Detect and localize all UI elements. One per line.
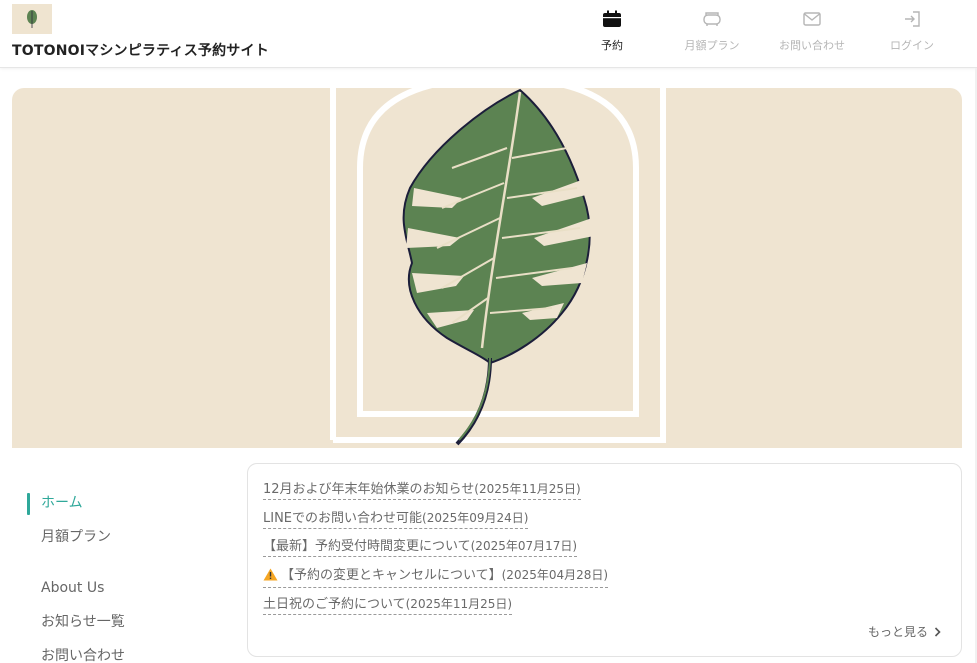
chevron-right-icon xyxy=(934,626,941,637)
logo-leaf-icon xyxy=(27,10,37,28)
news-item-title: LINEでのお問い合わせ可能 xyxy=(263,511,423,526)
news-item[interactable]: 【予約の変更とキャンセルについて】(2025年04月28日) xyxy=(263,567,609,588)
news-item[interactable]: 12月および年末年始休業のお知らせ(2025年11月25日) xyxy=(263,481,581,500)
nav-reservation-label: 予約 xyxy=(601,39,623,52)
news-item[interactable]: LINEでのお問い合わせ可能(2025年09月24日) xyxy=(263,510,529,529)
news-item-title: 【最新】予約受付時間変更について xyxy=(263,539,471,554)
sidebar-item-home[interactable]: ホーム xyxy=(27,493,83,515)
news-panel: 12月および年末年始休業のお知らせ(2025年11月25日) LINEでのお問い… xyxy=(247,463,962,657)
site-title[interactable]: TOTONOIマシンピラティス予約サイト xyxy=(12,40,269,60)
nav-reservation[interactable]: 予約 xyxy=(562,0,662,68)
news-item-date: (2025年07月17日) xyxy=(470,539,578,553)
nav-monthly-plan-label: 月額プラン xyxy=(684,39,740,52)
more-link[interactable]: もっと見る xyxy=(868,623,941,640)
hero-banner xyxy=(12,88,962,448)
news-item-title: 12月および年末年始休業のお知らせ xyxy=(263,482,475,497)
news-item-title: 【予約の変更とキャンセルについて】 xyxy=(281,568,502,583)
plan-icon xyxy=(701,8,723,30)
nav-contact-label: お問い合わせ xyxy=(779,39,845,52)
header: TOTONOIマシンピラティス予約サイト 予約 月額プラン お問い合わせ ログイ… xyxy=(0,0,977,68)
nav-monthly-plan[interactable]: 月額プラン xyxy=(662,0,762,68)
news-item-date: (2025年11月25日) xyxy=(474,482,581,496)
main-nav: 予約 月額プラン お問い合わせ ログイン xyxy=(562,0,962,68)
sidebar-item-about-us[interactable]: About Us xyxy=(27,578,104,598)
more-link-label: もっと見る xyxy=(867,625,928,639)
site-logo[interactable] xyxy=(12,4,52,34)
nav-login[interactable]: ログイン xyxy=(862,0,962,68)
login-icon xyxy=(901,8,923,30)
news-item-date: (2025年11月25日) xyxy=(405,597,513,611)
news-item[interactable]: 【最新】予約受付時間変更について(2025年07月17日) xyxy=(263,538,578,557)
calendar-icon xyxy=(601,8,623,30)
nav-contact[interactable]: お問い合わせ xyxy=(762,0,862,68)
mail-icon xyxy=(801,8,823,30)
news-item-date: (2025年04月28日) xyxy=(501,568,609,582)
warning-icon xyxy=(263,568,278,586)
sidebar-item-news-list[interactable]: お知らせ一覧 xyxy=(27,612,125,632)
nav-login-label: ログイン xyxy=(890,39,934,52)
news-item-title: 土日祝のご予約について xyxy=(263,597,406,612)
news-item[interactable]: 土日祝のご予約について(2025年11月25日) xyxy=(263,596,513,615)
news-item-date: (2025年09月24日) xyxy=(422,511,529,525)
sidebar-item-monthly-plan[interactable]: 月額プラン xyxy=(27,527,111,547)
monstera-leaf-illustration xyxy=(330,88,666,446)
sidebar-item-contact[interactable]: お問い合わせ xyxy=(27,646,125,663)
